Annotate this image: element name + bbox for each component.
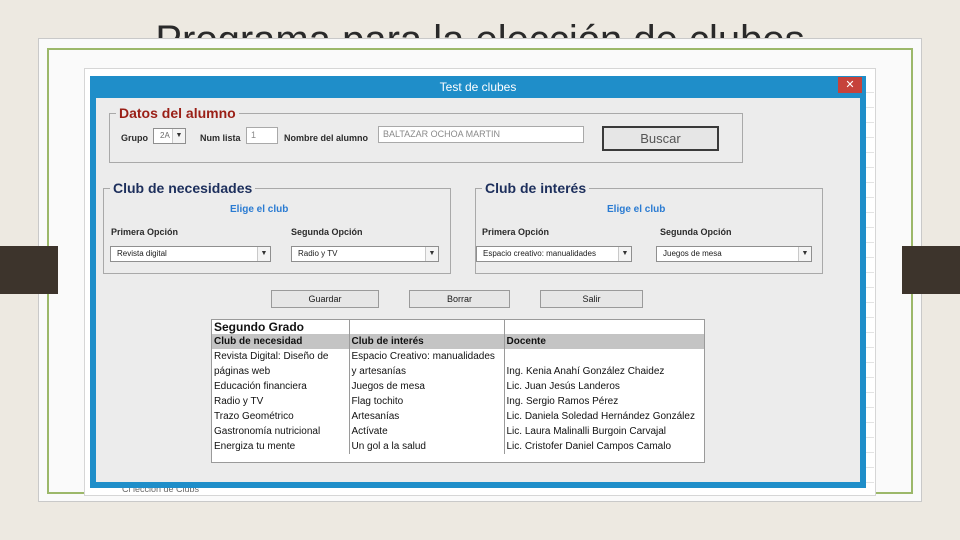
- table-cell: Un gol a la salud: [349, 439, 505, 454]
- chevron-down-icon[interactable]: ▼: [257, 247, 270, 261]
- decorative-tab-right: [902, 246, 960, 294]
- table-cell: Lic. Laura Malinalli Burgoin Carvajal: [506, 425, 667, 437]
- table-row: Revista Digital: Diseño de Espacio Creat…: [212, 349, 704, 364]
- decorative-tab-left: [0, 246, 58, 294]
- column-header: Club de necesidad: [212, 334, 350, 349]
- table-cell: Espacio Creativo: manualidades: [349, 349, 505, 364]
- table-cell: Ing. Sergio Ramos Pérez: [506, 395, 619, 407]
- table-cell: [504, 349, 704, 364]
- interes-legend: Club de interés: [485, 180, 587, 196]
- num-lista-input[interactable]: 1: [246, 127, 278, 144]
- interes-second-value: Juegos de mesa: [663, 249, 722, 258]
- interes-elige-label: Elige el club: [607, 204, 666, 215]
- necesidades-second-select[interactable]: Radio y TV ▼: [291, 246, 439, 262]
- table-cell: y artesanías: [349, 364, 505, 379]
- table-cell: Gastronomía nutricional: [212, 424, 350, 439]
- chevron-down-icon[interactable]: ▼: [798, 247, 811, 261]
- interes-second-label: Segunda Opción: [660, 227, 732, 237]
- necesidades-legend: Club de necesidades: [113, 180, 253, 196]
- chevron-down-icon[interactable]: ▼: [172, 129, 185, 143]
- spreadsheet-rows-edge: [866, 78, 874, 488]
- table-cell: Lic. Juan Jesús Landeros: [506, 380, 620, 392]
- table-cell: Energiza tu mente: [212, 439, 350, 454]
- table-row: Educación financiera Juegos de mesa Lic.…: [212, 379, 704, 394]
- table-header-row: Club de necesidad Club de interés Docent…: [212, 334, 704, 349]
- necesidades-first-select[interactable]: Revista digital ▼: [110, 246, 271, 262]
- table-cell: Revista Digital: Diseño de: [212, 349, 350, 364]
- table-row: Gastronomía nutricional Actívate Lic. La…: [212, 424, 704, 439]
- close-icon: ✕: [845, 79, 855, 91]
- table-cell: Juegos de mesa: [349, 379, 505, 394]
- nombre-alumno-label: Nombre del alumno: [284, 133, 369, 143]
- column-header: Club de interés: [349, 334, 505, 349]
- table-cell: Ing. Kenia Anahí González Chaidez: [506, 365, 665, 377]
- table-cell: Lic. Daniela Soledad Hernández González: [506, 410, 695, 422]
- table-cell: Radio y TV: [212, 394, 350, 409]
- necesidades-first-value: Revista digital: [117, 249, 167, 258]
- interes-first-select[interactable]: Espacio creativo: manualidades ▼: [476, 246, 632, 262]
- table-title: Segundo Grado: [212, 320, 350, 334]
- interes-second-select[interactable]: Juegos de mesa ▼: [656, 246, 812, 262]
- table-cell: páginas web: [212, 364, 350, 379]
- table-cell: Flag tochito: [349, 394, 505, 409]
- grupo-value: 2A: [160, 131, 170, 140]
- chevron-down-icon[interactable]: ▼: [618, 247, 631, 261]
- dialog-client-area: Datos del alumno Grupo 2A ▼ Num lista 1 …: [96, 98, 860, 482]
- grupo-label: Grupo: [121, 133, 148, 143]
- close-button[interactable]: ✕: [838, 77, 862, 93]
- table-cell: Lic. Cristofer Daniel Campos Camalo: [506, 440, 672, 452]
- dialog-title: Test de clubes: [439, 80, 517, 94]
- table-row: Radio y TV Flag tochito Ing. Sergio Ramo…: [212, 394, 704, 409]
- guardar-button[interactable]: Guardar: [271, 290, 379, 308]
- clubs-table: Segundo Grado Club de necesidad Club de …: [211, 319, 705, 463]
- table-row: Energiza tu mente Un gol a la salud Lic.…: [212, 439, 704, 454]
- table-cell: Actívate: [349, 424, 505, 439]
- chevron-down-icon[interactable]: ▼: [425, 247, 438, 261]
- table-row: páginas web y artesanías Ing. Kenia Anah…: [212, 364, 704, 379]
- nombre-alumno-input[interactable]: BALTAZAR OCHOA MARTIN: [378, 126, 584, 143]
- num-lista-label: Num lista: [200, 133, 241, 143]
- necesidades-first-label: Primera Opción: [111, 227, 179, 237]
- student-data-legend: Datos del alumno: [119, 105, 236, 121]
- interes-first-label: Primera Opción: [482, 227, 550, 237]
- table-cell: Educación financiera: [212, 379, 350, 394]
- test-de-clubes-dialog: Test de clubes ✕ Datos del alumno Grupo …: [90, 76, 866, 488]
- table-cell: Trazo Geométrico: [212, 409, 350, 424]
- necesidades-elige-label: Elige el club: [230, 204, 289, 215]
- buscar-button[interactable]: Buscar: [602, 126, 719, 151]
- table-row: Trazo Geométrico Artesanías Lic. Daniela…: [212, 409, 704, 424]
- column-header: Docente: [504, 334, 704, 349]
- interes-first-value: Espacio creativo: manualidades: [483, 249, 596, 258]
- salir-button[interactable]: Salir: [540, 290, 643, 308]
- grupo-select[interactable]: 2A ▼: [153, 128, 186, 144]
- necesidades-second-label: Segunda Opción: [291, 227, 363, 237]
- table-cell: Artesanías: [349, 409, 505, 424]
- necesidades-second-value: Radio y TV: [298, 249, 338, 258]
- borrar-button[interactable]: Borrar: [409, 290, 510, 308]
